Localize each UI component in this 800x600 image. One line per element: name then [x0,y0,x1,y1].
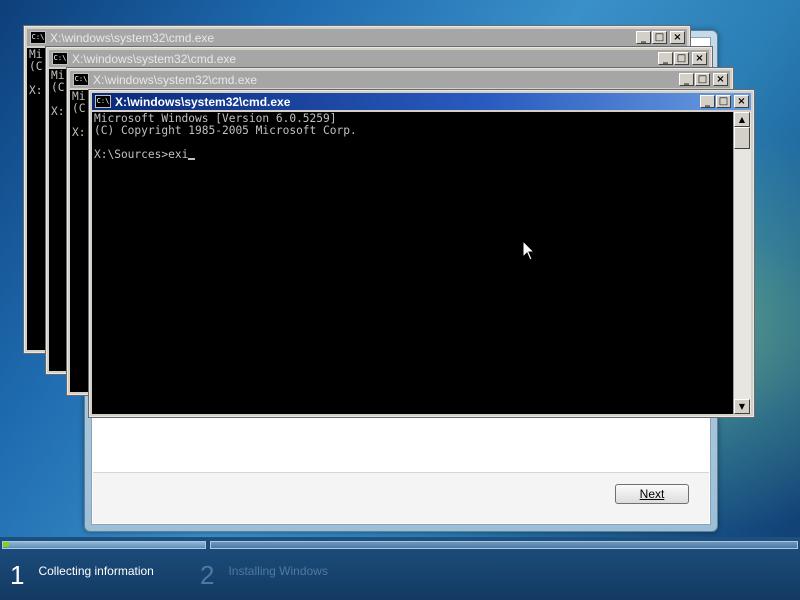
progress-segment-installing [210,541,798,549]
console-line: Mi (C X: [72,90,86,139]
cmd-window-title: X:\windows\system32\cmd.exe [93,72,258,87]
cmd-app-icon: C:\ [73,73,89,86]
cmd-window-title: X:\windows\system32\cmd.exe [72,51,237,66]
console-typed-input: exi [168,148,189,161]
cmd-titlebar[interactable]: C:\ X:\windows\system32\cmd.exe _ □ × [49,50,709,67]
step-label: Collecting information [38,564,154,578]
cmd-window-active[interactable]: C:\ X:\windows\system32\cmd.exe _ □ × Mi… [89,90,754,417]
cmd-app-icon: C:\ [95,95,111,108]
progress-segment-collecting [2,541,206,549]
console-output: Microsoft Windows [Version 6.0.5259] (C)… [94,113,357,161]
scroll-down-arrow-icon[interactable]: ▼ [734,399,750,414]
cmd-app-icon: C:\ [30,31,46,44]
scroll-up-arrow-icon[interactable]: ▲ [734,112,750,127]
maximize-button[interactable]: □ [652,31,667,44]
next-button[interactable]: Next [615,484,689,504]
cmd-titlebar[interactable]: C:\ X:\windows\system32\cmd.exe _ □ × [92,93,751,110]
maximize-button[interactable]: □ [695,73,710,86]
step-collecting-information: 1 Collecting information [10,562,154,588]
cmd-console[interactable]: Microsoft Windows [Version 6.0.5259] (C)… [92,112,751,414]
minimize-button[interactable]: _ [636,31,651,44]
minimize-button[interactable]: _ [700,95,715,108]
scroll-thumb[interactable] [734,127,750,149]
cmd-window-title: X:\windows\system32\cmd.exe [50,30,215,45]
console-line: Mi (C X: [51,69,65,118]
maximize-button[interactable]: □ [716,95,731,108]
console-line: Mi (C X: [29,48,43,97]
text-cursor [188,158,196,160]
close-button[interactable]: × [713,73,728,86]
progress-track [0,541,800,549]
close-button[interactable]: × [670,31,685,44]
step-label: Installing Windows [228,564,328,578]
cmd-app-icon: C:\ [52,52,68,65]
close-button[interactable]: × [734,95,749,108]
step-number: 2 [200,560,215,590]
minimize-button[interactable]: _ [658,52,673,65]
progress-fill [3,542,9,547]
console-prompt: X:\Sources> [94,148,169,161]
cmd-titlebar[interactable]: C:\ X:\windows\system32\cmd.exe _ □ × [70,71,730,88]
setup-progress-bar: 1 Collecting information 2 Installing Wi… [0,537,800,600]
console-copyright-line: (C) Copyright 1985-2005 Microsoft Corp. [94,124,357,137]
cmd-titlebar[interactable]: C:\ X:\windows\system32\cmd.exe _ □ × [27,29,687,46]
close-button[interactable]: × [692,52,707,65]
cmd-window-title: X:\windows\system32\cmd.exe [115,94,291,109]
step-number: 1 [10,560,25,590]
minimize-button[interactable]: _ [679,73,694,86]
vertical-scrollbar[interactable]: ▲ ▼ [733,112,751,414]
maximize-button[interactable]: □ [674,52,689,65]
mouse-pointer-icon [522,240,536,261]
setup-footer: Next [93,472,709,523]
step-installing-windows: 2 Installing Windows [200,562,328,588]
